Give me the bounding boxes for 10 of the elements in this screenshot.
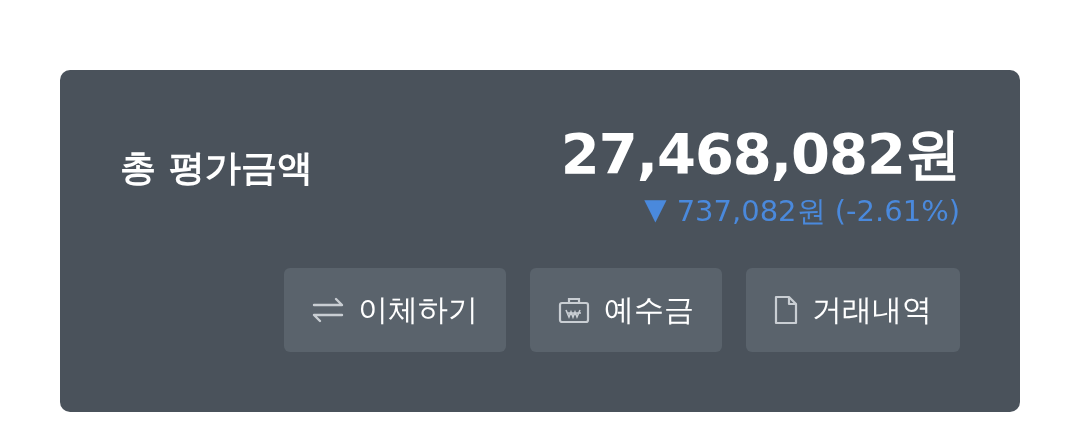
- action-button[interactable]: 거래내역: [746, 268, 960, 353]
- total-label: 총 평가금액: [120, 146, 313, 190]
- wallet-icon: [558, 296, 590, 325]
- transfer-icon: [312, 297, 344, 324]
- change-amount: 737,082원 (-2.61%): [676, 193, 960, 231]
- total-amount: 27,468,082원: [560, 122, 960, 187]
- action-button[interactable]: 이체하기: [284, 268, 506, 353]
- down-arrow-icon: ▼: [644, 192, 667, 233]
- action-button[interactable]: 예수금: [530, 268, 722, 353]
- document-icon: [774, 295, 798, 326]
